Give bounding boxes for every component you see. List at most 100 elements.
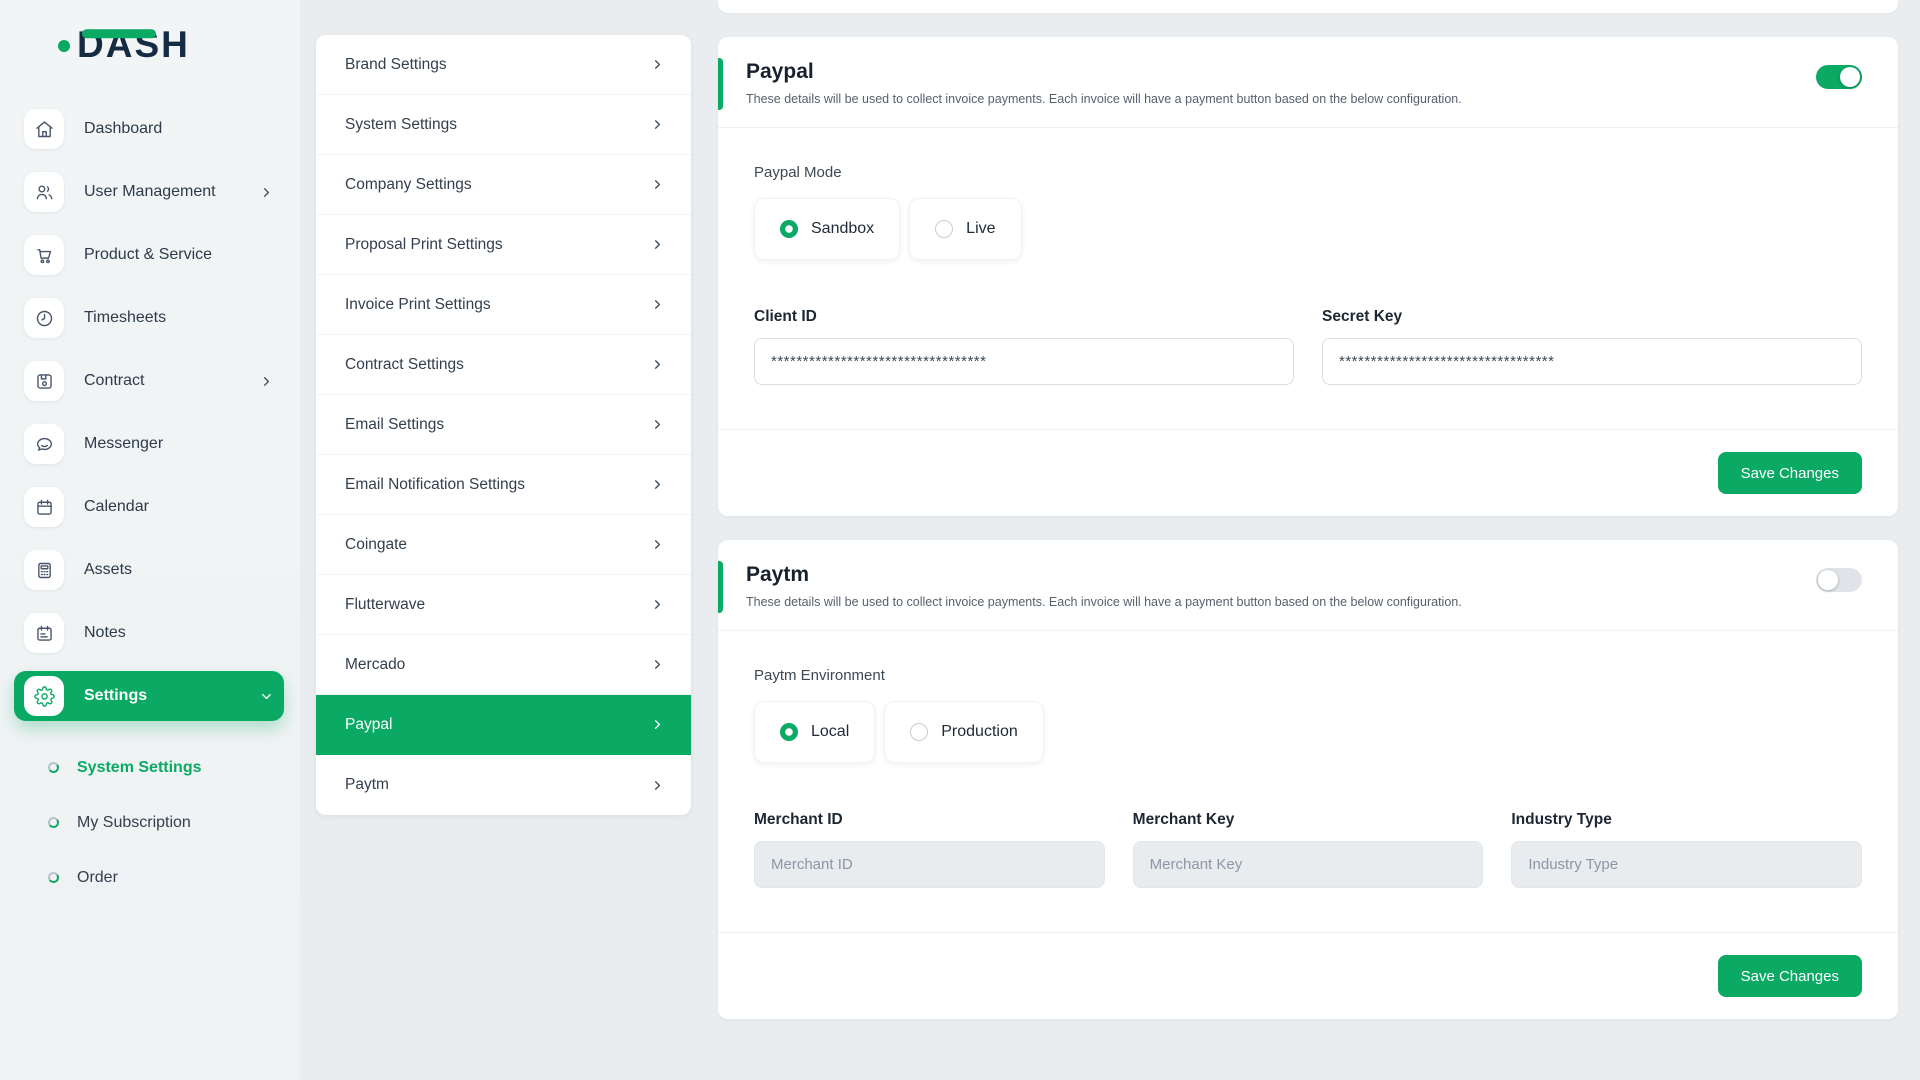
main-content: Paypal These details will be used to col… — [718, 0, 1898, 1019]
settings-menu-item-label: Email Settings — [345, 416, 444, 434]
radio-option-label: Local — [811, 723, 849, 741]
secret-key-label: Secret Key — [1322, 308, 1862, 326]
chat-icon — [24, 424, 64, 464]
paypal-mode-options: Sandbox Live — [754, 198, 1862, 260]
industry-type-label: Industry Type — [1511, 811, 1862, 829]
paypal-fields: Client ID Secret Key — [754, 308, 1862, 385]
clock-icon — [24, 298, 64, 338]
sidebar-item-contract[interactable]: Contract — [14, 356, 284, 406]
merchant-id-input[interactable] — [754, 841, 1105, 888]
sidebar-item-label: Settings — [84, 687, 147, 705]
radio-checked-icon — [780, 723, 798, 741]
sidebar-item-dashboard[interactable]: Dashboard — [14, 104, 284, 154]
settings-menu-item-mercado[interactable]: Mercado — [316, 635, 691, 695]
sidebar-item-assets[interactable]: Assets — [14, 545, 284, 595]
paypal-description: These details will be used to collect in… — [746, 92, 1462, 106]
settings-menu-item-invoice-print-settings[interactable]: Invoice Print Settings — [316, 275, 691, 335]
sidebar: DASH Dashboard User Management Product &… — [0, 0, 300, 1080]
radio-option-live[interactable]: Live — [909, 198, 1021, 260]
subnav-item-system-settings[interactable]: System Settings — [48, 740, 284, 795]
settings-menu-item-coingate[interactable]: Coingate — [316, 515, 691, 575]
home-icon — [24, 109, 64, 149]
client-id-input[interactable] — [754, 338, 1294, 385]
client-id-field-group: Client ID — [754, 308, 1294, 385]
logo-dash-icon — [82, 29, 156, 38]
sidebar-item-product-service[interactable]: Product & Service — [14, 230, 284, 280]
radio-option-label: Production — [941, 723, 1018, 741]
settings-menu-item-paytm[interactable]: Paytm — [316, 755, 691, 815]
paypal-card-footer: Save Changes — [718, 429, 1898, 516]
merchant-id-label: Merchant ID — [754, 811, 1105, 829]
subnav-item-my-subscription[interactable]: My Subscription — [48, 795, 284, 850]
settings-menu-item-contract-settings[interactable]: Contract Settings — [316, 335, 691, 395]
paytm-card-header: Paytm These details will be used to coll… — [718, 540, 1898, 631]
settings-menu-item-label: Coingate — [345, 536, 407, 554]
radio-checked-icon — [780, 220, 798, 238]
sidebar-item-user-management[interactable]: User Management — [14, 167, 284, 217]
settings-menu-item-label: Paytm — [345, 776, 389, 794]
merchant-key-input[interactable] — [1133, 841, 1484, 888]
subnav-item-order[interactable]: Order — [48, 850, 284, 905]
sidebar-item-label: User Management — [84, 183, 216, 201]
paypal-enable-toggle[interactable] — [1816, 65, 1862, 89]
radio-option-label: Sandbox — [811, 220, 874, 238]
paytm-title: Paytm — [746, 563, 1462, 587]
settings-menu-item-label: Invoice Print Settings — [345, 296, 491, 314]
chevron-right-icon — [650, 537, 665, 552]
subnav-item-label: My Subscription — [77, 814, 191, 832]
sidebar-item-calendar[interactable]: Calendar — [14, 482, 284, 532]
chevron-right-icon — [259, 185, 274, 200]
paytm-environment-options: Local Production — [754, 701, 1862, 763]
settings-menu-item-label: Company Settings — [345, 176, 472, 194]
contract-save-icon — [24, 361, 64, 401]
settings-menu-item-company-settings[interactable]: Company Settings — [316, 155, 691, 215]
paytm-description: These details will be used to collect in… — [746, 595, 1462, 609]
sidebar-item-label: Dashboard — [84, 120, 162, 138]
chevron-right-icon — [259, 374, 274, 389]
subnav-item-label: Order — [77, 869, 118, 887]
settings-menu-item-flutterwave[interactable]: Flutterwave — [316, 575, 691, 635]
paypal-save-button[interactable]: Save Changes — [1718, 452, 1862, 494]
chevron-right-icon — [650, 417, 665, 432]
paytm-card: Paytm These details will be used to coll… — [718, 540, 1898, 1019]
settings-menu-item-brand-settings[interactable]: Brand Settings — [316, 35, 691, 95]
paypal-mode-label: Paypal Mode — [754, 164, 1862, 181]
radio-option-production[interactable]: Production — [884, 701, 1044, 763]
settings-menu-item-system-settings[interactable]: System Settings — [316, 95, 691, 155]
settings-menu-item-label: Proposal Print Settings — [345, 236, 503, 254]
previous-card-edge — [718, 0, 1898, 13]
industry-type-input[interactable] — [1511, 841, 1862, 888]
cart-icon — [24, 235, 64, 275]
paytm-card-body: Paytm Environment Local Production Merch… — [718, 631, 1898, 932]
chevron-right-icon — [650, 237, 665, 252]
app-logo: DASH — [0, 0, 300, 64]
bullet-icon — [47, 816, 60, 829]
settings-menu-item-email-notification-settings[interactable]: Email Notification Settings — [316, 455, 691, 515]
settings-menu-item-paypal[interactable]: Paypal — [316, 695, 691, 755]
settings-menu-item-proposal-print-settings[interactable]: Proposal Print Settings — [316, 215, 691, 275]
paypal-card: Paypal These details will be used to col… — [718, 37, 1898, 516]
secret-key-input[interactable] — [1322, 338, 1862, 385]
settings-menu-item-label: Contract Settings — [345, 356, 464, 374]
sidebar-item-label: Messenger — [84, 435, 163, 453]
radio-unchecked-icon — [935, 220, 953, 238]
bullet-icon — [47, 871, 60, 884]
chevron-right-icon — [650, 117, 665, 132]
calculator-icon — [24, 550, 64, 590]
paytm-enable-toggle[interactable] — [1816, 568, 1862, 592]
settings-menu-panel: Brand Settings System Settings Company S… — [316, 35, 691, 815]
sidebar-item-notes[interactable]: Notes — [14, 608, 284, 658]
radio-option-local[interactable]: Local — [754, 701, 875, 763]
settings-menu-item-label: Email Notification Settings — [345, 476, 525, 494]
settings-menu-item-label: System Settings — [345, 116, 457, 134]
sidebar-item-settings[interactable]: Settings — [14, 671, 284, 721]
paytm-save-button[interactable]: Save Changes — [1718, 955, 1862, 997]
sidebar-item-messenger[interactable]: Messenger — [14, 419, 284, 469]
radio-option-sandbox[interactable]: Sandbox — [754, 198, 900, 260]
sidebar-item-timesheets[interactable]: Timesheets — [14, 293, 284, 343]
sidebar-item-label: Timesheets — [84, 309, 166, 327]
sidebar-item-label: Assets — [84, 561, 132, 579]
settings-subnav: System Settings My Subscription Order — [14, 734, 284, 905]
secret-key-field-group: Secret Key — [1322, 308, 1862, 385]
settings-menu-item-email-settings[interactable]: Email Settings — [316, 395, 691, 455]
